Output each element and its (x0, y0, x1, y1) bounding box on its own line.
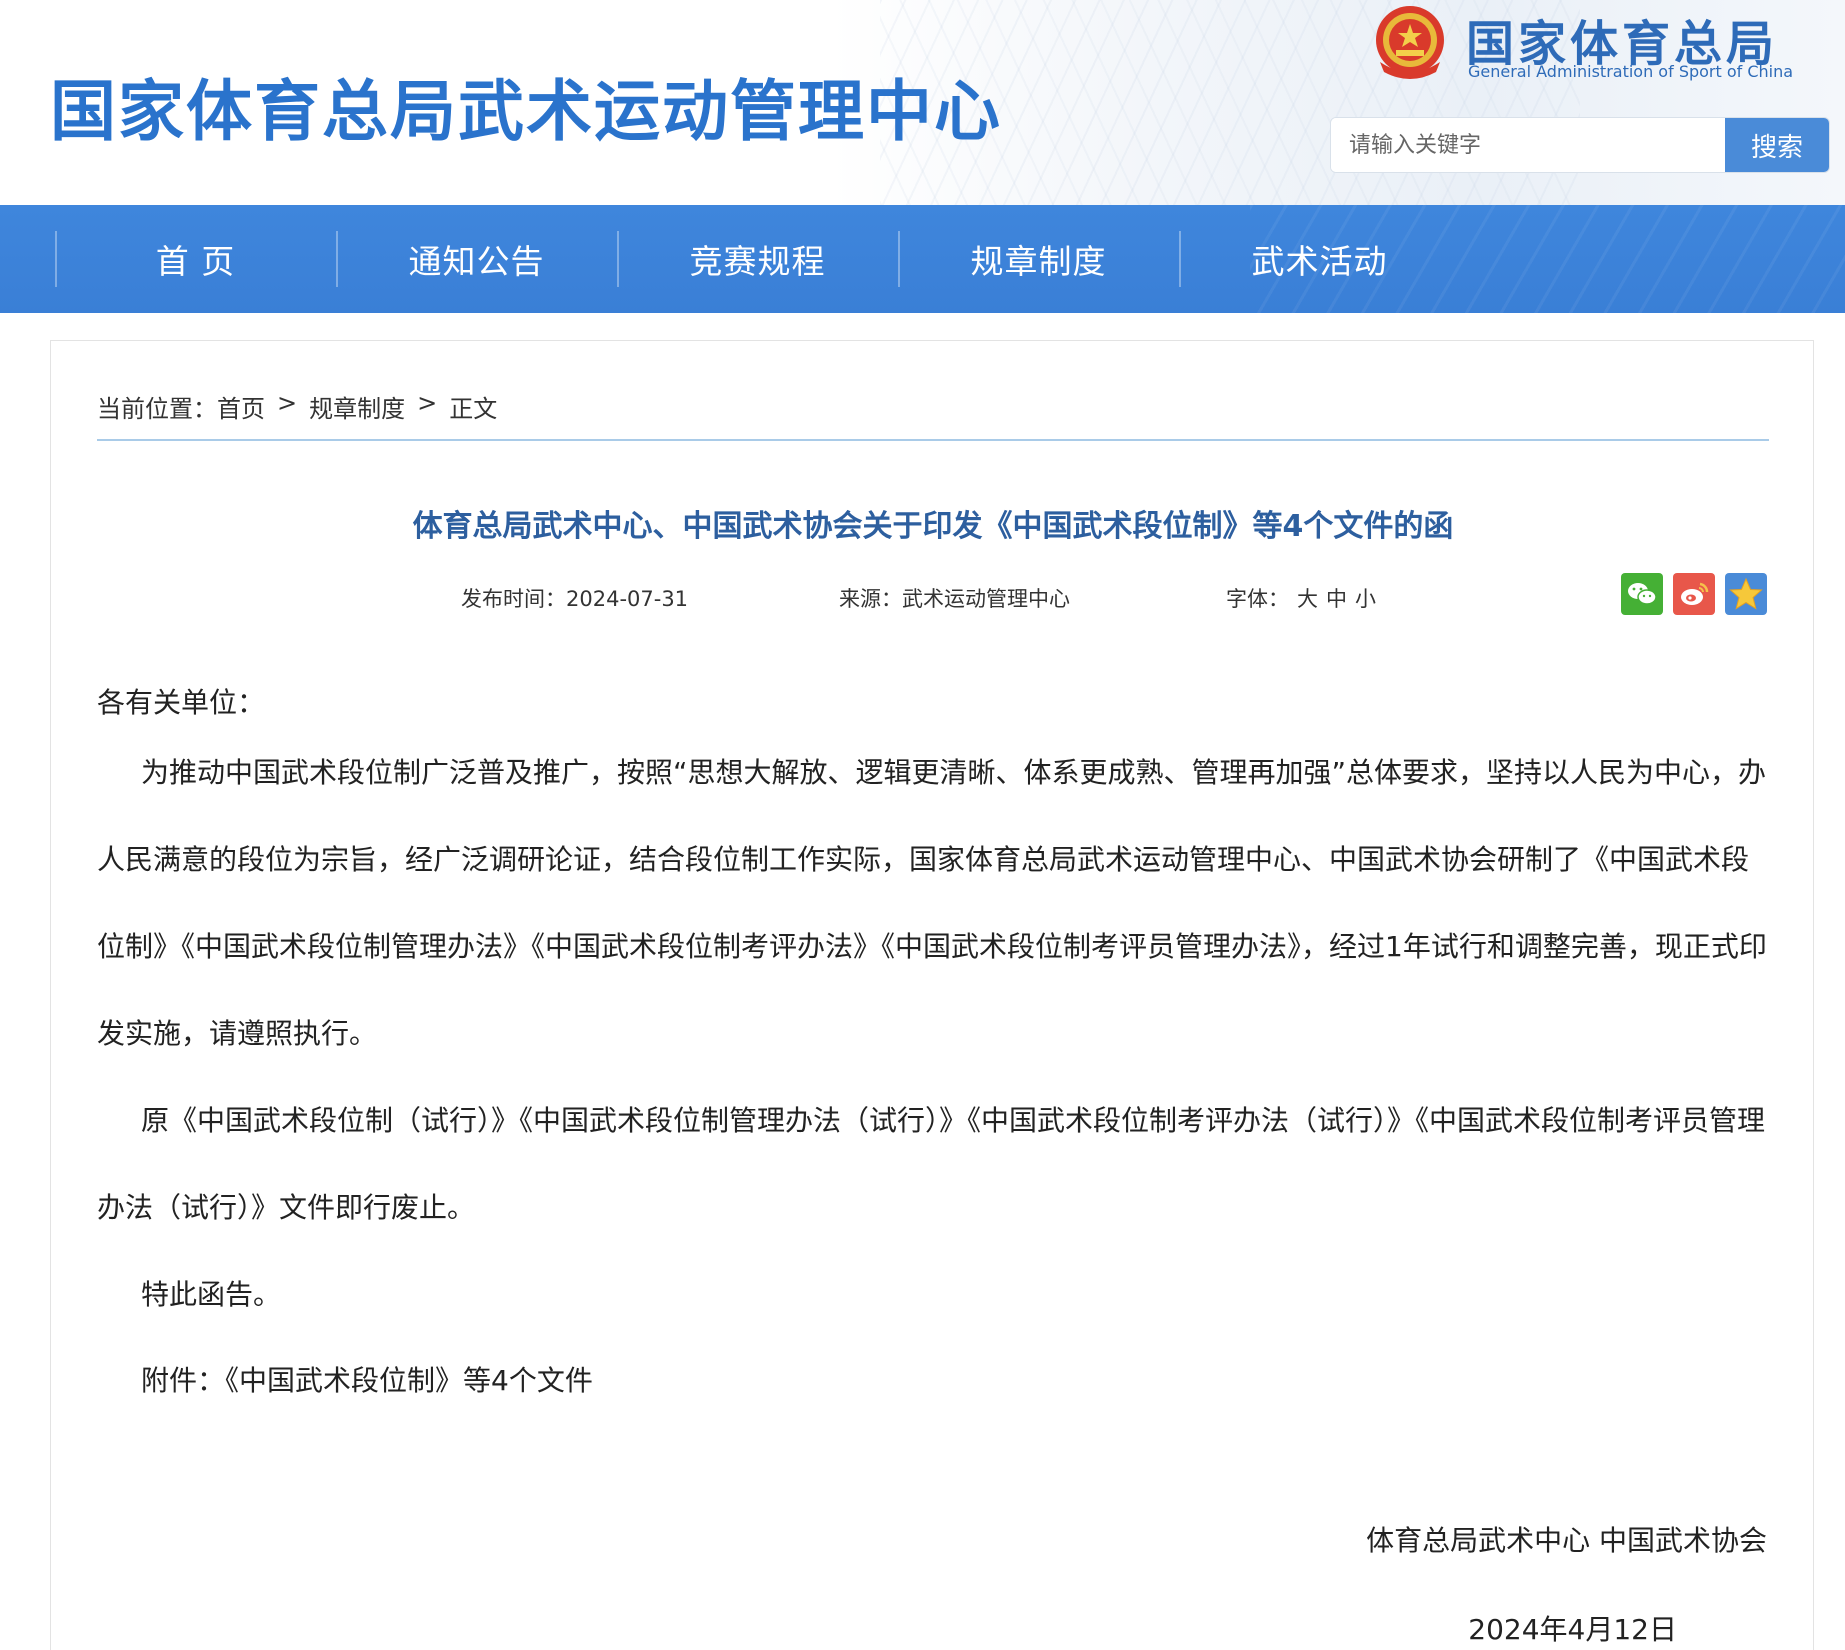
breadcrumb-separator: > (277, 389, 298, 417)
national-emblem-icon[interactable] (1370, 2, 1450, 82)
article-container: 当前位置： 首页 > 规章制度 > 正文 体育总局武术中心、中国武术协会关于印发… (50, 340, 1814, 1650)
wechat-share-button[interactable] (1621, 573, 1663, 615)
font-size-label: 字体： (1226, 587, 1289, 611)
font-size-switcher: 字体： 大 中 小 (1226, 583, 1376, 613)
article-paragraph: 特此函告。 (141, 1278, 282, 1311)
article-source: 来源：武术运动管理中心 (839, 587, 1070, 611)
nav-item-wushu-activities[interactable]: 武术活动 (1179, 205, 1460, 313)
share-bar (1621, 573, 1767, 615)
wechat-icon (1628, 583, 1657, 605)
search-box: 搜索 (1330, 117, 1830, 173)
attachment-line[interactable]: 附件：《中国武术段位制》等4个文件 (97, 1337, 1769, 1424)
font-size-medium[interactable]: 中 (1326, 583, 1347, 613)
nav-item-competition-rules[interactable]: 竞赛规程 (617, 205, 898, 313)
font-size-large[interactable]: 大 (1297, 583, 1318, 613)
article-paragraph: 原《中国武术段位制（试行）》《中国武术段位制管理办法（试行）》《中国武术段位制考… (97, 1104, 1766, 1224)
salutation: 各有关单位： (97, 686, 266, 719)
nav-item-regulations[interactable]: 规章制度 (898, 205, 1179, 313)
article-paragraph: 为推动中国武术段位制广泛普及推广，按照“思想大解放、逻辑更清晰、体系更成熟、管理… (97, 756, 1767, 1050)
breadcrumb: 当前位置： 首页 > 规章制度 > 正文 (97, 389, 497, 424)
main-nav: 首 页 通知公告 竞赛规程 规章制度 武术活动 (0, 205, 1845, 313)
nav-item-notices[interactable]: 通知公告 (336, 205, 617, 313)
gov-name-en: General Administration of Sport of China (1468, 62, 1794, 81)
signature-organization: 体育总局武术中心 中国武术协会 (1366, 1524, 1767, 1557)
breadcrumb-home[interactable]: 首页 (217, 389, 265, 424)
breadcrumb-current: 正文 (449, 395, 498, 423)
site-header: 国家体育总局武术运动管理中心 国家体育总局 General Administra… (0, 0, 1845, 205)
favorite-share-button[interactable] (1725, 573, 1767, 615)
favorite-star-icon (1729, 577, 1763, 610)
font-size-small[interactable]: 小 (1355, 583, 1376, 613)
breadcrumb-prefix: 当前位置： (97, 395, 217, 423)
breadcrumb-divider (97, 439, 1769, 441)
signature-date: 2024年4月12日 (1468, 1613, 1677, 1646)
site-title[interactable]: 国家体育总局武术运动管理中心 (50, 58, 1002, 154)
breadcrumb-regulations[interactable]: 规章制度 (309, 389, 405, 424)
weibo-share-button[interactable] (1673, 573, 1715, 615)
search-input[interactable] (1331, 118, 1725, 172)
publish-time: 发布时间：2024-07-31 (461, 587, 689, 611)
breadcrumb-separator: > (417, 389, 438, 417)
nav-item-home[interactable]: 首 页 (55, 205, 336, 313)
weibo-icon (1681, 582, 1709, 605)
search-button[interactable]: 搜索 (1725, 118, 1829, 172)
article-title: 体育总局武术中心、中国武术协会关于印发《中国武术段位制》等4个文件的函 (412, 509, 1454, 544)
